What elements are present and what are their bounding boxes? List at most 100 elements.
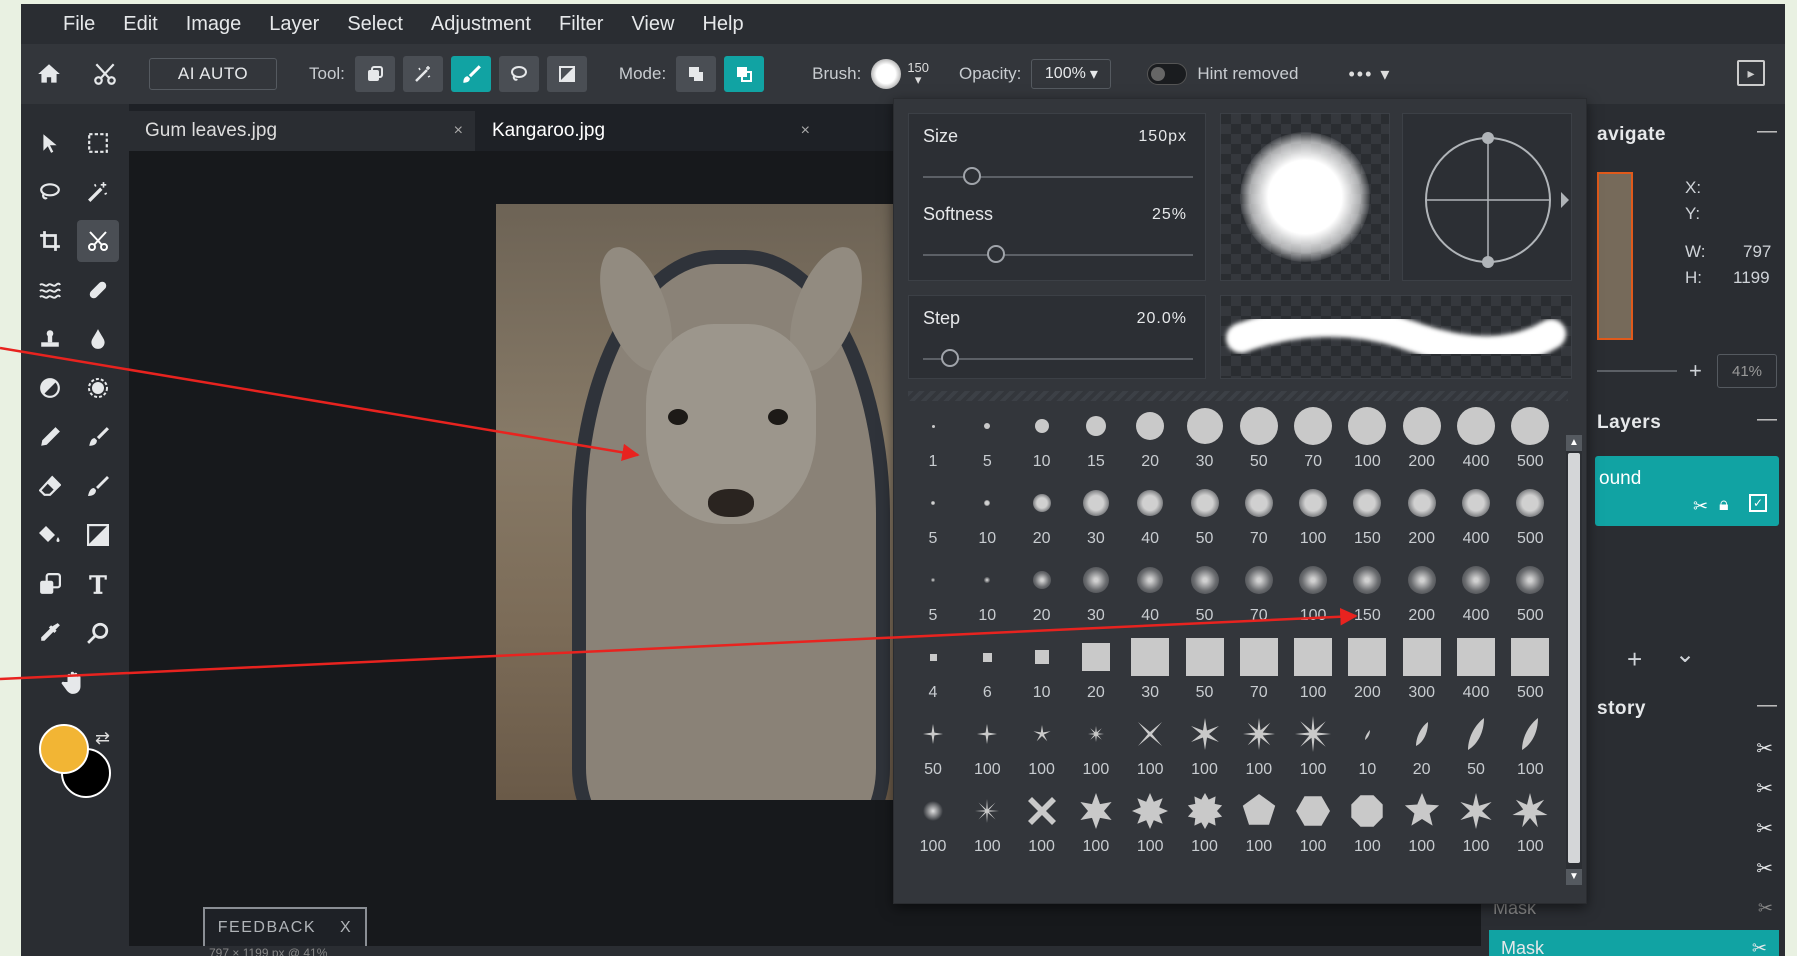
zoom-input[interactable]: 41%: [1717, 354, 1777, 388]
brush-preset-round-softer[interactable]: 400: [1449, 559, 1503, 635]
brush-preset-round-softer[interactable]: 30: [1069, 559, 1123, 635]
brush-preset-round-soft[interactable]: 20: [1015, 482, 1069, 558]
mode-add-button[interactable]: [724, 56, 765, 92]
history-item-mask-active[interactable]: Mask ✂: [1489, 930, 1779, 956]
brush-preset-star-leaf[interactable]: 50: [1449, 713, 1503, 789]
minimize-icon[interactable]: —: [1757, 694, 1777, 717]
brush-preset-star-leaf[interactable]: 20: [1395, 713, 1449, 789]
tool-lasso-button[interactable]: [498, 56, 539, 92]
brush-preset-round-soft[interactable]: 150: [1340, 482, 1394, 558]
foreground-color-swatch[interactable]: [39, 724, 89, 774]
brush-preset-square[interactable]: 30: [1123, 636, 1177, 712]
tool-gradient-button[interactable]: [546, 56, 587, 92]
brush-preset-round-softer[interactable]: 100: [1286, 559, 1340, 635]
tool-brush-button[interactable]: [450, 56, 491, 92]
menu-filter[interactable]: Filter: [545, 4, 617, 44]
dodge-icon[interactable]: [29, 367, 71, 409]
brush-preset-special[interactable]: 100: [1503, 790, 1557, 866]
swap-colors-icon[interactable]: ⇄: [95, 728, 110, 749]
brush-preset-round-softer[interactable]: 150: [1340, 559, 1394, 635]
brush-preset-round-hard[interactable]: 50: [1232, 405, 1286, 481]
liquify-icon[interactable]: [29, 269, 71, 311]
brush-preset-round-hard[interactable]: 30: [1178, 405, 1232, 481]
brush-preview[interactable]: [871, 59, 902, 89]
lock-icon[interactable]: 🔒︎: [1719, 494, 1729, 515]
home-icon[interactable]: [25, 50, 73, 98]
brush-preset-star-leaf[interactable]: 10: [1340, 713, 1394, 789]
brush-preset-square[interactable]: 300: [1395, 636, 1449, 712]
brush-preset-square[interactable]: 50: [1178, 636, 1232, 712]
scissors-icon[interactable]: ✂: [1693, 496, 1708, 517]
shape-icon[interactable]: [29, 563, 71, 605]
brush-preset-round-softer[interactable]: 10: [960, 559, 1014, 635]
lasso-icon[interactable]: [29, 171, 71, 213]
checkbox-icon[interactable]: ✓: [1749, 494, 1767, 512]
brush-preset-special[interactable]: 100: [1449, 790, 1503, 866]
brush-preset-round-hard[interactable]: 20: [1123, 405, 1177, 481]
scissors-icon[interactable]: [81, 50, 129, 98]
mode-replace-button[interactable]: [676, 56, 717, 92]
blur-drop-icon[interactable]: [77, 318, 119, 360]
brush-preset-round-soft[interactable]: 100: [1286, 482, 1340, 558]
color-replace-icon[interactable]: [77, 465, 119, 507]
brush-preset-special[interactable]: 100: [1123, 790, 1177, 866]
brush-preset-special[interactable]: 100: [1232, 790, 1286, 866]
hint-removed-toggle[interactable]: [1147, 63, 1188, 85]
navigator-thumbnail[interactable]: [1597, 172, 1633, 340]
menu-edit[interactable]: Edit: [109, 4, 171, 44]
brush-icon[interactable]: [77, 416, 119, 458]
brush-preset-square[interactable]: 70: [1232, 636, 1286, 712]
layer-item-background[interactable]: ound ✂ 🔒︎ ✓: [1595, 456, 1779, 526]
minimize-icon[interactable]: —: [1757, 120, 1777, 143]
brush-preset-round-hard[interactable]: 5: [960, 405, 1014, 481]
brush-preset-round-hard[interactable]: 200: [1395, 405, 1449, 481]
expand-layers-button[interactable]: ⌄: [1675, 640, 1695, 669]
brush-preset-round-hard[interactable]: 100: [1340, 405, 1394, 481]
brush-preset-square[interactable]: 4: [906, 636, 960, 712]
menu-image[interactable]: Image: [172, 4, 256, 44]
eraser-icon[interactable]: [29, 465, 71, 507]
brush-preset-special[interactable]: 100: [1340, 790, 1394, 866]
step-slider-handle[interactable]: [941, 349, 959, 367]
scrollbar-thumb[interactable]: [1568, 453, 1580, 863]
brush-preset-round-softer[interactable]: 200: [1395, 559, 1449, 635]
minimize-icon[interactable]: —: [1757, 408, 1777, 431]
brush-preset-special[interactable]: 100: [1069, 790, 1123, 866]
menu-view[interactable]: View: [617, 4, 688, 44]
clone-stamp-icon[interactable]: [29, 318, 71, 360]
brush-preset-round-softer[interactable]: 70: [1232, 559, 1286, 635]
brush-preset-special[interactable]: 100: [1395, 790, 1449, 866]
brush-preset-square[interactable]: 6: [960, 636, 1014, 712]
brush-preset-square[interactable]: 100: [1286, 636, 1340, 712]
brush-preset-square[interactable]: 10: [1015, 636, 1069, 712]
paint-bucket-icon[interactable]: [29, 514, 71, 556]
close-icon[interactable]: ×: [801, 122, 810, 140]
brush-preset-round-softer[interactable]: 20: [1015, 559, 1069, 635]
softness-slider-handle[interactable]: [986, 245, 1005, 263]
brush-size-dropdown[interactable]: 150 ▾: [907, 61, 929, 86]
move-icon[interactable]: [29, 122, 71, 164]
brush-preset-star-leaf[interactable]: 100: [1503, 713, 1557, 789]
brush-preset-round-soft[interactable]: 200: [1395, 482, 1449, 558]
brush-preset-round-softer[interactable]: 50: [1178, 559, 1232, 635]
brush-preset-star-leaf[interactable]: 100: [1286, 713, 1340, 789]
opacity-select[interactable]: 100% ▾: [1031, 59, 1112, 89]
menu-adjustment[interactable]: Adjustment: [417, 4, 545, 44]
brush-preset-round-soft[interactable]: 70: [1232, 482, 1286, 558]
brush-preset-star-leaf[interactable]: 100: [1123, 713, 1177, 789]
text-icon[interactable]: [77, 563, 119, 605]
menu-help[interactable]: Help: [688, 4, 757, 44]
brush-preset-round-softer[interactable]: 5: [906, 559, 960, 635]
zoom-in-button[interactable]: +: [1689, 358, 1702, 384]
scroll-up-icon[interactable]: ▲: [1566, 435, 1582, 451]
cutout-scissors-icon[interactable]: [77, 220, 119, 262]
scroll-down-icon[interactable]: ▼: [1566, 869, 1582, 885]
brush-preset-round-hard[interactable]: 400: [1449, 405, 1503, 481]
brush-preset-round-soft[interactable]: 500: [1503, 482, 1557, 558]
preset-scrollbar[interactable]: ▲ ▼: [1566, 435, 1582, 885]
brush-preset-round-hard[interactable]: 500: [1503, 405, 1557, 481]
feedback-button[interactable]: FEEDBACK X: [203, 907, 367, 947]
crop-icon[interactable]: [29, 220, 71, 262]
more-options-button[interactable]: ••• ▾: [1348, 64, 1391, 85]
brush-preset-square[interactable]: 400: [1449, 636, 1503, 712]
